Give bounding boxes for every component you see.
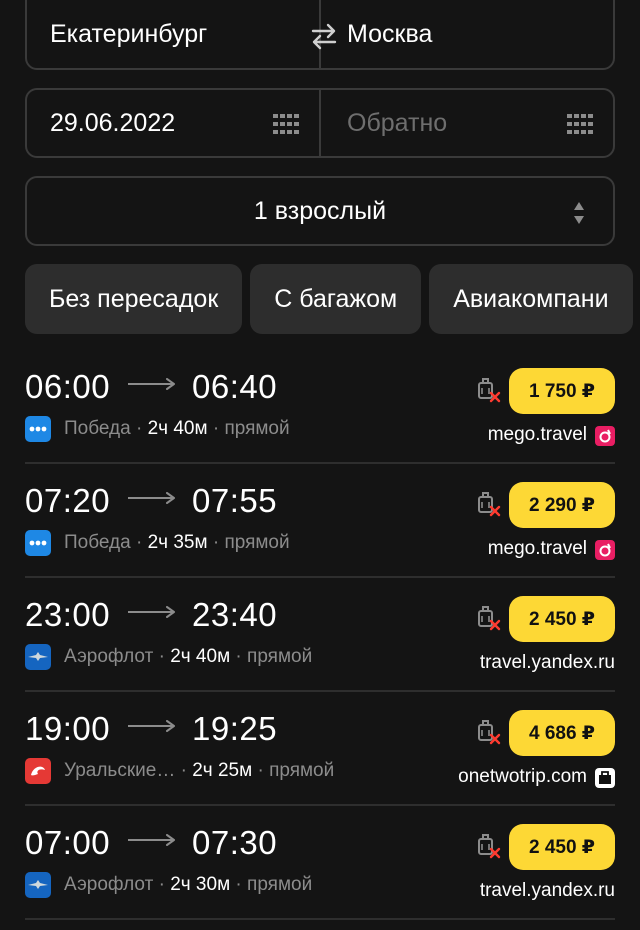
passengers-selector[interactable]: 1 взрослый (25, 176, 615, 246)
airline-name: Победа (64, 532, 131, 553)
aeroflot-logo-icon (25, 644, 51, 670)
price-button[interactable]: 2 290 ₽ (509, 482, 615, 528)
flight-result-row[interactable]: 07:20 07:55 Победа · 2ч 35м · прямой 2 2… (0, 464, 640, 578)
long-arrow-right-icon (128, 606, 175, 618)
flight-duration: 2ч 40м (170, 646, 231, 667)
flight-type: прямой (224, 532, 290, 553)
flight-meta: Уральские… · 2ч 25м · прямой (64, 760, 335, 781)
depart-date-field[interactable]: 29.06.2022 (27, 90, 321, 156)
no-baggage-icon (478, 834, 501, 859)
filter-airlines-chip[interactable]: Авиакомпани (429, 264, 633, 334)
row-divider (25, 918, 615, 920)
no-baggage-icon (478, 378, 501, 403)
long-arrow-right-icon (128, 492, 175, 504)
flight-results-list: 06:00 06:40 Победа · 2ч 40м · прямой 1 7… (0, 350, 640, 920)
filter-baggage-chip[interactable]: С багажом (250, 264, 422, 334)
date-selector: 29.06.2022 Обратно (25, 88, 615, 158)
airline-name: Аэрофлот (64, 646, 154, 667)
flight-meta: Аэрофлот · 2ч 40м · прямой (64, 646, 313, 667)
agency-name: travel.yandex.ru (479, 652, 615, 673)
flight-meta: Победа · 2ч 40м · прямой (64, 418, 290, 439)
flight-meta: Аэрофлот · 2ч 30м · прямой (64, 874, 313, 895)
flight-duration: 2ч 30м (170, 874, 231, 895)
calendar-icon (273, 114, 299, 134)
long-arrow-right-icon (128, 720, 175, 732)
flight-result-row[interactable]: 19:00 19:25 Уральские… · 2ч 25м · прямой… (0, 692, 640, 806)
flight-type: прямой (247, 874, 313, 895)
arrival-time: 23:40 (192, 596, 278, 633)
flight-meta: Победа · 2ч 35м · прямой (64, 532, 290, 553)
long-arrow-right-icon (128, 834, 175, 846)
departure-time: 07:00 (25, 824, 111, 861)
swap-direction-icon[interactable] (309, 22, 339, 50)
mego-icon (595, 426, 615, 446)
return-date-placeholder: Обратно (347, 108, 448, 137)
ural-logo-icon (25, 758, 51, 784)
flight-search-page: Екатеринбург Москва 29.06.2022 Обратно 1… (0, 0, 640, 930)
agency-name: mego.travel (487, 424, 587, 445)
flight-duration: 2ч 35м (147, 532, 208, 553)
arrival-time: 07:55 (192, 482, 278, 519)
price-button[interactable]: 4 686 ₽ (509, 710, 615, 756)
pobeda-logo-icon (25, 530, 51, 556)
no-baggage-icon (478, 492, 501, 517)
departure-time: 19:00 (25, 710, 111, 747)
flight-type: прямой (247, 646, 313, 667)
departure-time: 06:00 (25, 368, 111, 405)
route-selector: Екатеринбург Москва (25, 0, 615, 70)
filter-nonstop-chip[interactable]: Без пересадок (25, 264, 243, 334)
arrival-time: 06:40 (192, 368, 278, 405)
agency-name: mego.travel (487, 538, 587, 559)
flight-duration: 2ч 40м (147, 418, 208, 439)
arrival-time: 19:25 (192, 710, 278, 747)
airline-name: Уральские… (64, 760, 176, 781)
flight-duration: 2ч 25м (192, 760, 253, 781)
flight-type: прямой (269, 760, 335, 781)
flight-type: прямой (224, 418, 290, 439)
pobeda-logo-icon (25, 416, 51, 442)
mego-icon (595, 540, 615, 560)
passengers-count: 1 взрослый (253, 196, 387, 225)
agency-name: travel.yandex.ru (479, 880, 615, 901)
destination-city: Москва (347, 19, 433, 48)
price-button[interactable]: 2 450 ₽ (509, 596, 615, 642)
airline-name: Победа (64, 418, 131, 439)
price-button[interactable]: 2 450 ₽ (509, 824, 615, 870)
calendar-icon (567, 114, 593, 134)
departure-time: 07:20 (25, 482, 111, 519)
no-baggage-icon (478, 606, 501, 631)
aeroflot-logo-icon (25, 872, 51, 898)
filter-chips: Без пересадок С багажом Авиакомпани (25, 264, 633, 334)
depart-date: 29.06.2022 (50, 108, 176, 137)
flight-result-row[interactable]: 07:00 07:30 Аэрофлот · 2ч 30м · прямой 2… (0, 806, 640, 920)
onetwotrip-bag-icon (595, 768, 615, 788)
destination-field[interactable]: Москва (321, 0, 613, 68)
up-down-spinner-icon (574, 202, 584, 224)
departure-time: 23:00 (25, 596, 111, 633)
arrival-time: 07:30 (192, 824, 278, 861)
airline-name: Аэрофлот (64, 874, 154, 895)
origin-field[interactable]: Екатеринбург (27, 0, 321, 68)
price-button[interactable]: 1 750 ₽ (509, 368, 615, 414)
return-date-field[interactable]: Обратно (321, 90, 613, 156)
flight-result-row[interactable]: 06:00 06:40 Победа · 2ч 40м · прямой 1 7… (0, 350, 640, 464)
origin-city: Екатеринбург (50, 19, 208, 48)
no-baggage-icon (478, 720, 501, 745)
agency-name: onetwotrip.com (458, 766, 587, 787)
long-arrow-right-icon (128, 378, 175, 390)
flight-result-row[interactable]: 23:00 23:40 Аэрофлот · 2ч 40м · прямой 2… (0, 578, 640, 692)
